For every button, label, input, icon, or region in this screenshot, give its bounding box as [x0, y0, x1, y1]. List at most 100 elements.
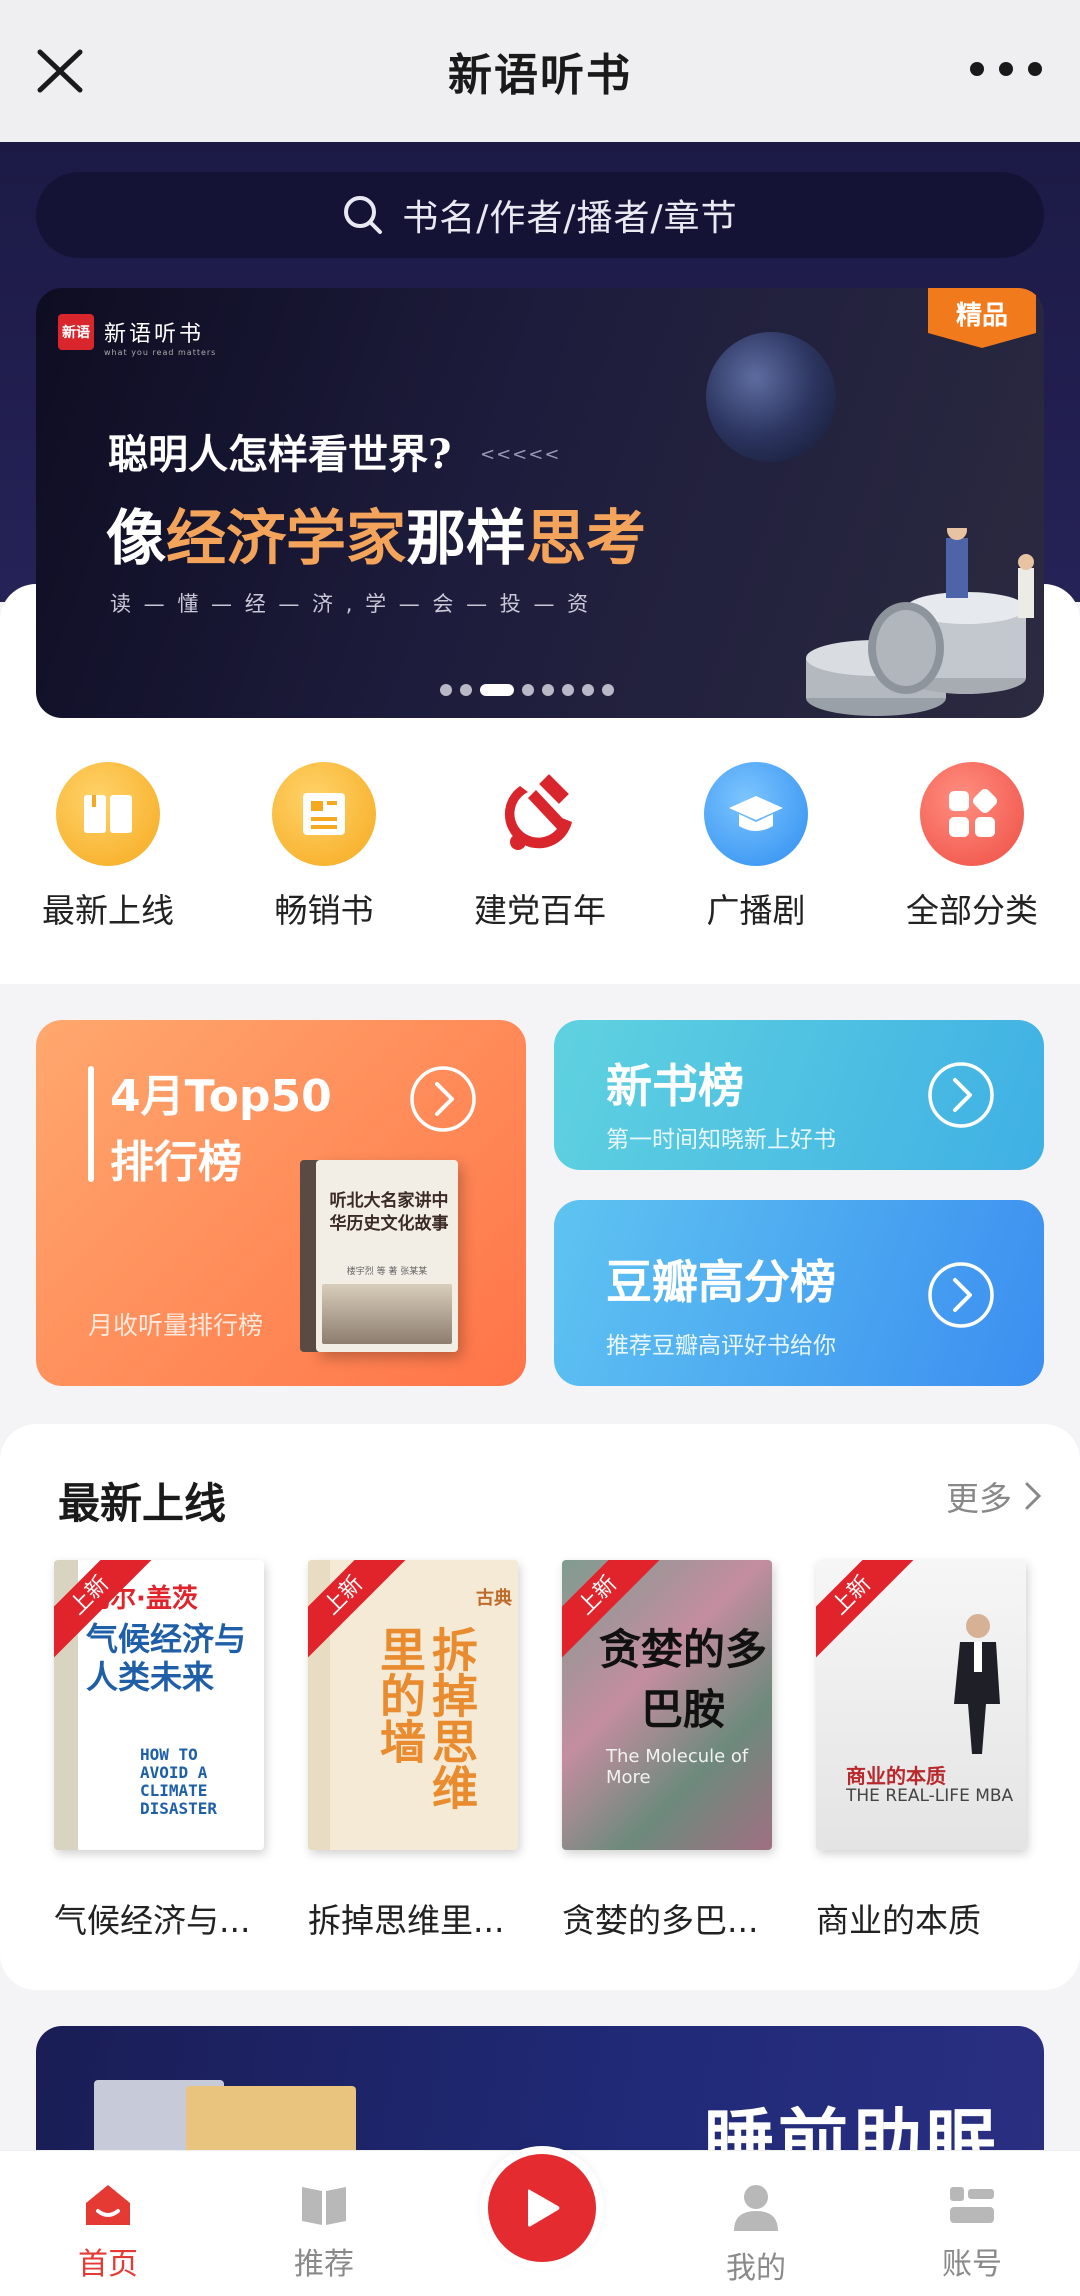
businessman-illustration [954, 1614, 1000, 1754]
banner-tagline: 读 — 懂 — 经 — 济 , 学 — 会 — 投 — 资 [110, 592, 592, 616]
account-icon [950, 2187, 994, 2223]
book-card[interactable]: 比尔·盖茨 气候经济与人类未来 HOW TO AVOID A CLIMATE D… [54, 1560, 264, 1942]
nav-recommend[interactable]: 推荐 [244, 2181, 404, 2283]
douban-title: 豆瓣高分榜 [606, 1255, 836, 1309]
banner-title-part1: 像 [106, 504, 166, 574]
carousel-indicator[interactable] [440, 684, 614, 696]
cover-title: 拆掉思维里的墙 [373, 1626, 479, 1810]
banner-title-part3: 那样 [406, 504, 526, 574]
banner-arrows: <<<<< [480, 444, 561, 465]
cover-english: HOW TO AVOID A CLIMATE DISASTER [140, 1745, 218, 1818]
carousel-dot[interactable] [602, 684, 614, 696]
category-label: 建党百年 [474, 891, 606, 930]
top50-title: 4月Top50 [110, 1071, 332, 1122]
accent-bar [88, 1066, 94, 1182]
book-card[interactable]: 商业的本质 THE REAL-LIFE MBA 上新 商业的本质 [816, 1560, 1026, 1942]
more-label: 更多 [946, 1479, 1012, 1518]
banner-title-part4: 思考 [526, 504, 646, 574]
new-books-title: 新书榜 [606, 1059, 744, 1113]
category-label: 畅销书 [274, 891, 374, 930]
category-label: 最新上线 [42, 891, 174, 930]
new-ribbon: 上新 [816, 1560, 922, 1666]
carousel-dot[interactable] [440, 684, 452, 696]
nav-account[interactable]: 账号 [892, 2181, 1052, 2283]
nav-home[interactable]: 首页 [28, 2181, 188, 2283]
play-icon [528, 2189, 560, 2227]
category-radio-drama[interactable]: 广播剧 [648, 762, 864, 932]
book-cover: 古典 拆掉思维里的墙 上新 [308, 1560, 518, 1850]
brand-logo: 新语 新语听书 what you read matters [58, 314, 215, 357]
category-party-centenary[interactable]: 建党百年 [432, 762, 648, 932]
page-title: 新语听书 [448, 50, 632, 101]
hammer-sickle-icon [488, 762, 592, 866]
book-card[interactable]: 古典 拆掉思维里的墙 上新 拆掉思维里... [308, 1560, 518, 1942]
nav-label: 首页 [78, 2247, 138, 2282]
premium-tag: 精品 [928, 288, 1036, 348]
promo-banner[interactable]: 新语 新语听书 what you read matters 精品 聪明人怎样看世… [36, 288, 1044, 718]
category-bestseller[interactable]: 畅销书 [216, 762, 432, 932]
cover-title: 气候经济与人类未来 [86, 1620, 247, 1696]
top50-rank-card[interactable]: 4月Top50 排行榜 听北大名家讲中华历史文化故事 楼宇烈 等 著 张某某 月… [36, 1020, 526, 1386]
book-title: 气候经济与... [54, 1901, 251, 1940]
search-placeholder: 书名/作者/播者/章节 [402, 198, 738, 239]
book-card[interactable]: 贪婪的多巴胺 The Molecule of More 上新 贪婪的多巴... [562, 1560, 772, 1942]
book-icon [302, 2187, 346, 2225]
category-newest[interactable]: 最新上线 [0, 762, 216, 932]
newspaper-icon [272, 762, 376, 866]
banner-title: 像经济学家那样思考 [106, 490, 646, 577]
cover-title: 商业的本质 [846, 1764, 946, 1788]
coins-illustration [806, 528, 1034, 716]
carousel-dot[interactable] [460, 684, 472, 696]
search-bar[interactable]: 书名/作者/播者/章节 [36, 172, 1044, 258]
book-title: 拆掉思维里... [308, 1901, 505, 1940]
carousel-dot[interactable] [480, 684, 514, 696]
chevron-right-circle-icon [928, 1062, 994, 1128]
category-label: 全部分类 [906, 891, 1038, 930]
featured-book-art [322, 1284, 452, 1344]
book-cover: 贪婪的多巴胺 The Molecule of More 上新 [562, 1560, 772, 1850]
book-title: 商业的本质 [816, 1901, 981, 1940]
close-icon[interactable] [32, 38, 88, 104]
newest-section: 最新上线 更多 比尔·盖茨 气候经济与人类未来 HOW TO AVOID A C… [0, 1424, 1080, 1990]
featured-book-title: 听北大名家讲中华历史文化故事 [329, 1191, 449, 1234]
graduation-cap-icon [704, 762, 808, 866]
new-books-rank-card[interactable]: 新书榜 第一时间知晓新上好书 [554, 1020, 1044, 1170]
title-bar: 新语听书 [0, 0, 1080, 142]
category-all[interactable]: 全部分类 [864, 762, 1080, 932]
user-icon [734, 2185, 778, 2231]
category-row: 最新上线 畅销书 建党百年 广播剧 全部分类 [0, 762, 1080, 942]
douban-rank-card[interactable]: 豆瓣高分榜 推荐豆瓣高评好书给你 [554, 1200, 1044, 1386]
book-title: 贪婪的多巴... [562, 1901, 759, 1940]
featured-book-author: 楼宇烈 等 著 张某某 [346, 1267, 428, 1277]
cover-english: THE REAL-LIFE MBA [846, 1786, 1014, 1806]
banner-headline: 聪明人怎样看世界? [108, 431, 452, 478]
play-button[interactable] [480, 2146, 604, 2270]
globe-illustration [706, 332, 836, 462]
carousel-dot[interactable] [542, 684, 554, 696]
brand-name: 新语听书 [104, 322, 205, 347]
cover-author: 古典 [476, 1588, 512, 1609]
banner-title-part2: 经济学家 [166, 504, 406, 574]
douban-description: 推荐豆瓣高评好书给你 [606, 1333, 836, 1359]
carousel-dot[interactable] [582, 684, 594, 696]
nav-label: 我的 [726, 2251, 786, 2286]
category-label: 广播剧 [706, 891, 806, 930]
home-icon [86, 2185, 130, 2225]
top50-subtitle: 排行榜 [110, 1137, 242, 1188]
carousel-dot[interactable] [522, 684, 534, 696]
chevron-right-circle-icon [928, 1262, 994, 1328]
carousel-dot[interactable] [562, 684, 574, 696]
nav-mine[interactable]: 我的 [676, 2181, 836, 2287]
featured-book-cover: 听北大名家讲中华历史文化故事 楼宇烈 等 著 张某某 [316, 1160, 458, 1352]
chevron-right-icon [1025, 1482, 1042, 1510]
more-options-icon[interactable] [970, 56, 1042, 82]
cover-title: 贪婪的多巴胺 [598, 1625, 767, 1734]
book-cover: 商业的本质 THE REAL-LIFE MBA 上新 [816, 1560, 1026, 1850]
nav-label: 推荐 [294, 2247, 354, 2282]
book-cover: 比尔·盖茨 气候经济与人类未来 HOW TO AVOID A CLIMATE D… [54, 1560, 264, 1850]
more-link[interactable]: 更多 [946, 1472, 1042, 1520]
nav-label: 账号 [942, 2247, 1002, 2282]
brand-logo-mark: 新语 [58, 314, 94, 350]
grid-icon [920, 762, 1024, 866]
new-books-description: 第一时间知晓新上好书 [606, 1127, 836, 1153]
